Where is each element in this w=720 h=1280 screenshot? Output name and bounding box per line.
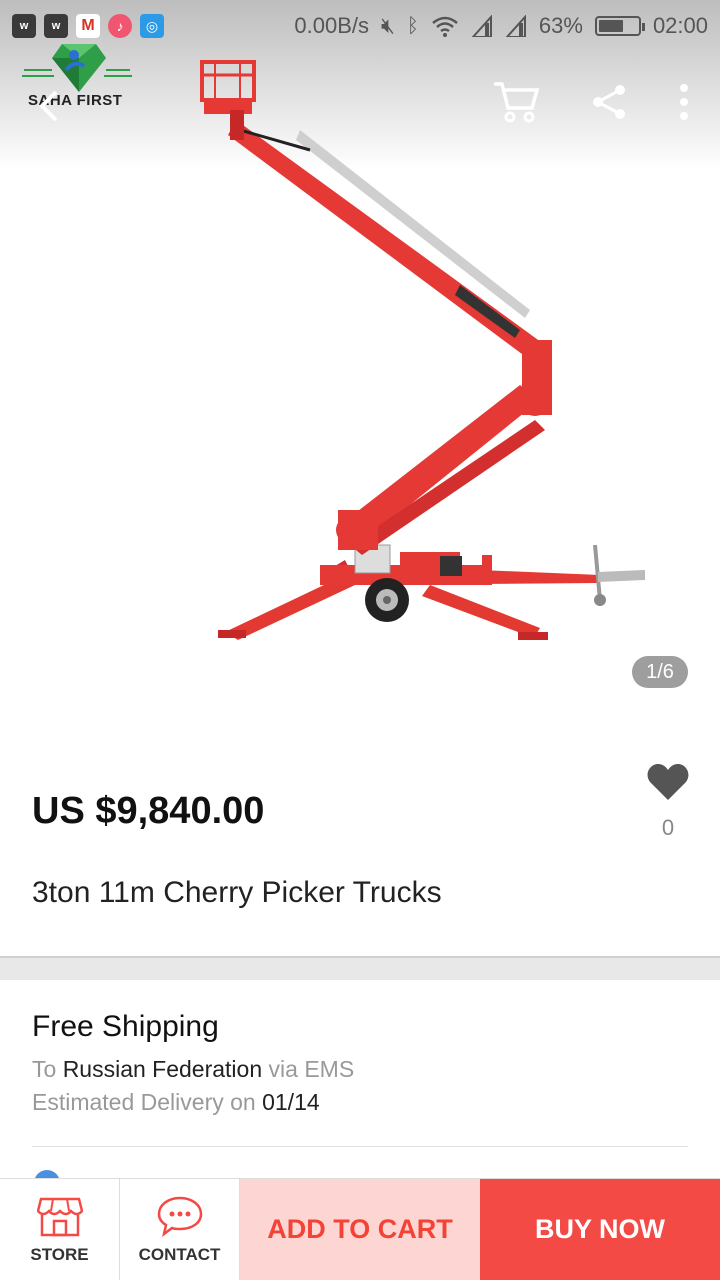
product-price: US $9,840.00 [32,790,265,832]
store-icon [36,1197,83,1236]
wifi-icon [432,16,458,37]
section-divider [0,956,720,980]
net-speed: 0.00B/s [294,13,370,38]
buy-now-button[interactable]: BUY NOW [480,1179,720,1280]
signal-icon [471,15,492,37]
image-counter: 1/6 [632,656,688,688]
shipping-country: Russian Federation [62,1056,263,1082]
contact-button[interactable]: CONTACT [120,1179,240,1280]
app-notification-icon: w [44,14,68,38]
cart-icon[interactable] [492,80,540,124]
more-vert-icon[interactable] [678,83,690,121]
delivery-label: Estimated Delivery on [32,1089,256,1115]
chat-icon [157,1196,202,1237]
back-arrow-icon[interactable] [30,86,70,126]
add-to-cart-button[interactable]: ADD TO CART [240,1179,480,1280]
clock: 02:00 [652,13,708,38]
store-label: STORE [30,1244,89,1264]
battery-percent: 63% [538,13,583,38]
product-gallery[interactable]: SAHA FIRST 1/6 [0,0,720,740]
product-image[interactable] [200,55,660,655]
gmail-icon: M [76,14,100,38]
divider [32,1146,688,1147]
music-icon: ♪ [108,14,132,38]
product-title: 3ton 11m Cherry Picker Trucks [32,876,442,909]
status-bar: w w M ♪ ◎ 0.00B/s 🔇︎ ᛒ 63% 02:00 [0,0,720,52]
app-notification-icon: w [12,14,36,38]
signal-icon-2 [505,15,526,37]
store-button[interactable]: STORE [0,1179,120,1280]
header-actions [492,80,690,124]
shipping-to-label: To [32,1056,57,1082]
delivery-estimate: Estimated Delivery on 01/14 [32,1089,688,1116]
gallery-notification-icon: ◎ [140,14,164,38]
contact-label: CONTACT [138,1244,221,1264]
heart-icon[interactable] [646,762,690,802]
wishlist-count: 0 [661,815,675,840]
bottom-action-bar: STORE CONTACT ADD TO CART BUY NOW [0,1178,720,1280]
shipping-method: via EMS [268,1056,355,1082]
share-icon[interactable] [590,83,628,121]
delivery-date: 01/14 [262,1089,320,1115]
wishlist-button[interactable]: 0 [646,762,690,841]
shipping-destination: To Russian Federation via EMS [32,1056,688,1083]
shipping-section[interactable]: Free Shipping To Russian Federation via … [32,1010,688,1116]
shipping-title: Free Shipping [32,1010,219,1043]
mute-icon: 🔇︎ [381,13,395,38]
battery-icon [594,16,645,36]
bluetooth-icon: ᛒ [406,14,419,37]
